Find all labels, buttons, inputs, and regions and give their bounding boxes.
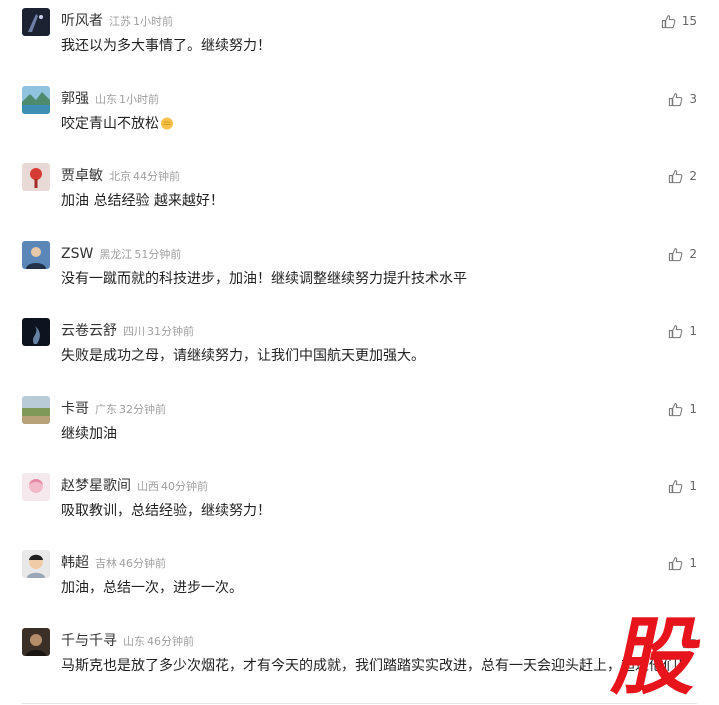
comment-time: 46分钟前 [119, 557, 166, 570]
comment-time: 1小时前 [133, 15, 173, 28]
watermark-glyph: 股 [605, 610, 710, 695]
comment-text: 吸取教训，总结经验，继续努力！ [61, 503, 271, 519]
like-button[interactable]: 1 [668, 554, 697, 572]
avatar[interactable] [22, 8, 50, 36]
comment-text: 失败是成功之母，请继续努力，让我们中国航天更加强大。 [61, 348, 425, 364]
commenter-location: 山东 [95, 93, 117, 106]
like-button[interactable]: 1 [668, 400, 697, 418]
comment-time: 1小时前 [119, 93, 159, 106]
comment-text: 咬定青山不放松 [61, 113, 701, 136]
comment-text: 加油 总结经验 越来越好！ [61, 193, 224, 209]
thumbs-up-icon [661, 14, 676, 28]
comment-time: 31分钟前 [147, 325, 194, 338]
like-button[interactable]: 1 [668, 477, 697, 495]
like-count: 1 [689, 556, 697, 570]
avatar[interactable] [22, 86, 50, 114]
like-button[interactable]: 2 [668, 167, 697, 185]
list-divider [22, 703, 697, 704]
comment-item: 郭强 山东 1小时前 咬定青山不放松 3 [0, 86, 719, 163]
thumbs-up-icon [669, 92, 683, 106]
commenter-location: 吉林 [95, 557, 117, 570]
commenter-location: 山东 [123, 635, 145, 648]
comment-time: 32分钟前 [119, 403, 166, 416]
like-button[interactable]: 3 [668, 90, 697, 108]
like-button[interactable]: 1 [668, 322, 697, 340]
thumbs-up-icon [669, 247, 683, 261]
commenter-name[interactable]: 卡哥 [61, 401, 89, 417]
thumbs-up-icon [669, 479, 683, 493]
commenter-location: 黑龙江 [99, 248, 133, 261]
avatar[interactable] [22, 396, 50, 424]
avatar[interactable] [22, 241, 50, 269]
like-count: 15 [681, 14, 697, 28]
commenter-name[interactable]: 贾卓敏 [61, 168, 103, 184]
comment-time: 51分钟前 [134, 248, 182, 261]
thumbs-up-icon [669, 169, 683, 183]
commenter-name[interactable]: 郭强 [61, 91, 89, 107]
comment-item: 贾卓敏 北京 44分钟前 加油 总结经验 越来越好！ 2 [0, 163, 719, 240]
commenter-name[interactable]: 千与千寻 [61, 633, 117, 649]
like-count: 3 [689, 92, 697, 106]
avatar[interactable] [22, 318, 50, 346]
avatar[interactable] [22, 550, 50, 578]
avatar[interactable] [22, 473, 50, 501]
comment-item: 听风者 江苏 1小时前 我还以为多大事情了。继续努力！ 15 [0, 8, 719, 85]
comment-text: 我还以为多大事情了。继续努力！ [61, 38, 271, 54]
avatar[interactable] [22, 628, 50, 656]
commenter-name[interactable]: ZSW [61, 246, 93, 262]
commenter-name[interactable]: 韩超 [61, 555, 89, 571]
stock-watermark-logo: 股 [600, 609, 712, 705]
comment-time: 46分钟前 [147, 635, 194, 648]
commenter-name[interactable]: 听风者 [61, 13, 103, 29]
fist-emoji-icon [161, 117, 173, 130]
commenter-location: 北京 [109, 170, 131, 183]
like-count: 2 [689, 247, 697, 261]
thumbs-up-icon [669, 324, 683, 338]
commenter-location: 广东 [95, 403, 117, 416]
commenter-location: 山西 [137, 480, 159, 493]
comment-item: 卡哥 广东 32分钟前 继续加油 1 [0, 396, 719, 473]
commenter-location: 四川 [123, 325, 145, 338]
like-button[interactable]: 2 [668, 245, 697, 263]
commenter-name[interactable]: 赵梦星歌间 [61, 478, 131, 494]
like-count: 1 [689, 324, 697, 338]
comment-item: 赵梦星歌间 山西 40分钟前 吸取教训，总结经验，继续努力！ 1 [0, 473, 719, 550]
like-count: 1 [689, 402, 697, 416]
like-count: 2 [689, 169, 697, 183]
avatar[interactable] [22, 163, 50, 191]
comment-time: 44分钟前 [133, 170, 180, 183]
like-button[interactable]: 15 [661, 12, 697, 30]
comment-text: 没有一蹴而就的科技进步，加油！继续调整继续努力提升技术水平 [61, 271, 467, 287]
commenter-location: 江苏 [109, 15, 131, 28]
thumbs-up-icon [669, 402, 683, 416]
comment-item: ZSW 黑龙江 51分钟前 没有一蹴而就的科技进步，加油！继续调整继续努力提升技术水… [0, 241, 719, 318]
comment-text-body: 咬定青山不放松 [61, 116, 159, 132]
comment-text: 加油，总结一次，进步一次。 [61, 580, 243, 596]
comment-item: 云卷云舒 四川 31分钟前 失败是成功之母，请继续努力，让我们中国航天更加强大。 1 [0, 318, 719, 395]
thumbs-up-icon [669, 556, 683, 570]
commenter-name[interactable]: 云卷云舒 [61, 323, 117, 339]
like-count: 1 [689, 479, 697, 493]
comment-text: 继续加油 [61, 426, 117, 442]
comment-time: 40分钟前 [161, 480, 208, 493]
